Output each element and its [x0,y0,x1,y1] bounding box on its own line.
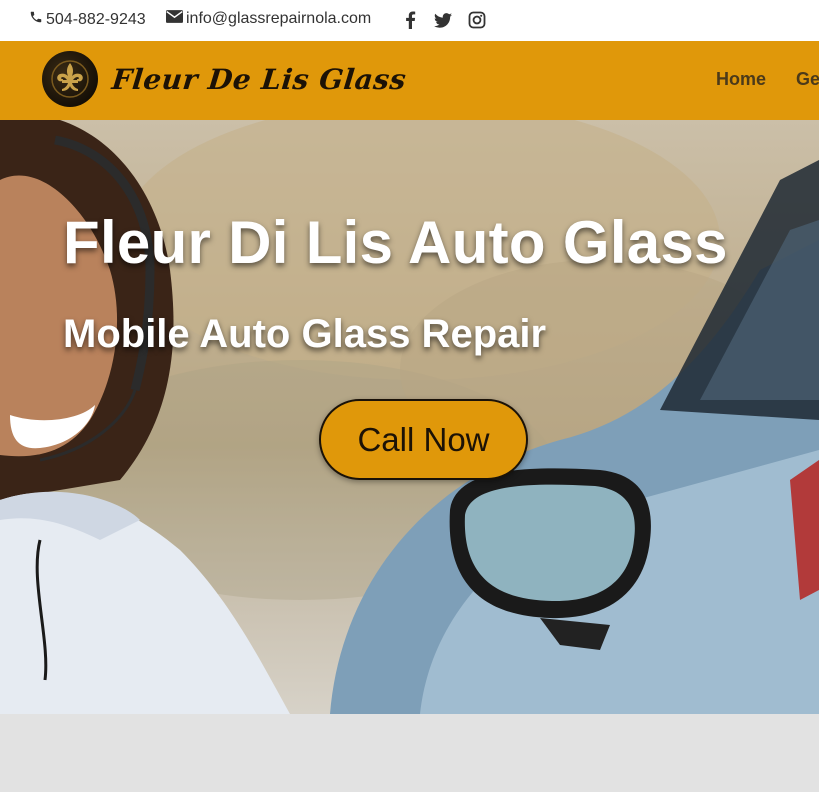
site-logo[interactable]: Fleur De Lis Glass [42,51,408,107]
phone-link[interactable]: 504-882-9243 [29,10,146,29]
instagram-icon[interactable] [467,10,487,30]
call-now-button[interactable]: Call Now [319,399,528,480]
nav-item-ge[interactable]: Ge [796,69,819,90]
fleur-de-lis-icon [42,51,98,107]
site-header: Fleur De Lis Glass Home Ge [0,41,819,120]
twitter-icon[interactable] [433,10,453,30]
email-address: info@glassrepairnola.com [186,10,372,27]
logo-text: Fleur De Lis Glass [110,62,408,96]
hero-banner: Fleur Di Lis Auto Glass Mobile Auto Glas… [0,120,819,714]
top-contact-bar: 504-882-9243 info@glassrepairnola.com [0,0,819,41]
envelope-icon [166,10,183,28]
nav-item-home[interactable]: Home [716,69,766,90]
hero-title: Fleur Di Lis Auto Glass [63,209,728,276]
facebook-icon[interactable] [400,10,420,30]
phone-icon [29,10,43,29]
hero-subtitle: Mobile Auto Glass Repair [63,312,547,356]
email-link[interactable]: info@glassrepairnola.com [166,10,371,28]
main-nav: Home Ge [716,69,819,90]
phone-number: 504-882-9243 [46,10,146,28]
